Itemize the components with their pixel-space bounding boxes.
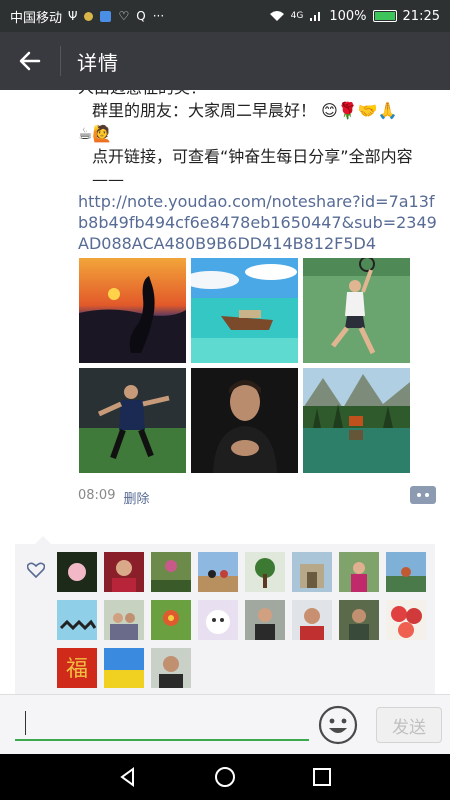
post-text: 人由迈感征的美！ 群里的朋友：大家周二早晨好！ 😊🌹🤝🙏 ☕🙋 点开链接，可查看… <box>78 90 440 254</box>
dot-icon <box>417 493 421 497</box>
title-divider <box>60 46 61 76</box>
avatar[interactable] <box>198 600 238 640</box>
photo-longtail-boat[interactable] <box>191 258 298 363</box>
avatar[interactable] <box>292 552 332 592</box>
avatar[interactable] <box>339 552 379 592</box>
avatar[interactable]: 福 <box>57 648 97 688</box>
dot-icon <box>425 493 429 497</box>
handshake-emoji-icon: 🤝 <box>357 101 378 120</box>
svg-text:福: 福 <box>66 657 88 682</box>
post-meta: 08:09 删除 <box>78 488 149 507</box>
text-caret <box>25 711 26 735</box>
liker-avatars: 福 <box>57 552 433 688</box>
post-detail: 人由迈感征的美！ 群里的朋友：大家周二早晨好！ 😊🌹🤝🙏 ☕🙋 点开链接，可查看… <box>0 90 450 694</box>
post-time: 08:09 <box>78 488 116 503</box>
avatar[interactable] <box>57 600 97 640</box>
page-title: 详情 <box>77 50 119 75</box>
system-nav-bar <box>0 754 450 800</box>
q-icon: Q <box>136 9 146 23</box>
status-bar: 中国移动 Ψ ♡ Q ··· 4G 100% 21:25 <box>0 0 450 32</box>
rose-emoji-icon: 🌹 <box>337 101 358 120</box>
battery-percent: 100% <box>329 8 367 24</box>
carrier-name: 中国移动 <box>10 10 63 26</box>
coffee-emoji-icon: ☕ <box>78 124 93 143</box>
avatar[interactable] <box>245 600 285 640</box>
avatar[interactable] <box>151 600 191 640</box>
clock: 21:25 <box>402 8 440 24</box>
post-link[interactable]: http://note.youdao.com/noteshare?id=7a13… <box>78 191 440 254</box>
waving-person-emoji-icon: 🙋 <box>92 124 113 143</box>
photo-tennis-player[interactable] <box>303 258 410 363</box>
title-bar: 详情 <box>0 32 450 90</box>
avatar[interactable] <box>104 552 144 592</box>
avatar[interactable] <box>386 552 426 592</box>
shield-icon: ♡ <box>118 9 130 23</box>
hands-emoji-icon: 🙏 <box>377 101 398 120</box>
comment-button[interactable] <box>410 486 436 504</box>
avatar[interactable] <box>104 600 144 640</box>
more-notifications-icon: ··· <box>152 9 165 23</box>
photo-sunset-heron[interactable] <box>79 258 186 363</box>
photo-grid <box>79 258 410 473</box>
photo-lake-cabins[interactable] <box>303 368 410 473</box>
app-notification-icon <box>100 10 112 22</box>
send-button[interactable]: 发送 <box>376 707 442 743</box>
post-greeting: 群里的朋友：大家周二早晨好！ <box>92 101 317 120</box>
avatar[interactable] <box>386 600 426 640</box>
battery-icon <box>372 10 397 22</box>
emoji-button[interactable] <box>318 705 358 745</box>
avatar[interactable] <box>292 600 332 640</box>
avatar[interactable] <box>151 648 191 688</box>
delete-link[interactable]: 删除 <box>123 488 149 507</box>
heart-icon <box>27 562 45 578</box>
home-circle-icon[interactable] <box>214 766 236 788</box>
back-triangle-icon[interactable] <box>117 766 139 788</box>
comment-input-bar: 发送 <box>0 694 450 754</box>
avatar[interactable] <box>339 600 379 640</box>
recent-apps-square-icon[interactable] <box>311 766 333 788</box>
avatar[interactable] <box>104 648 144 688</box>
post-line-partial: 人由迈感征的美！ <box>78 90 440 99</box>
comment-input[interactable] <box>15 709 309 741</box>
avatar[interactable] <box>151 552 191 592</box>
signal-icon <box>310 12 321 21</box>
photo-soccer-player[interactable] <box>79 368 186 473</box>
avatar[interactable] <box>57 552 97 592</box>
photo-man-portrait[interactable] <box>191 368 298 473</box>
wifi-icon <box>269 11 284 21</box>
smile-emoji-icon: 😊 <box>321 101 338 120</box>
network-type: 4G <box>290 11 304 21</box>
usb-icon: Ψ <box>68 9 78 23</box>
notification-dot-icon <box>84 11 94 21</box>
avatar[interactable] <box>198 552 238 592</box>
arrow-left-icon <box>19 51 41 71</box>
back-button[interactable] <box>0 32 60 90</box>
avatar[interactable] <box>245 552 285 592</box>
post-instruction: 点开链接，可查看“钟奋生每日分享”全部内容—— <box>92 147 413 189</box>
likes-panel: 福 <box>15 536 435 694</box>
